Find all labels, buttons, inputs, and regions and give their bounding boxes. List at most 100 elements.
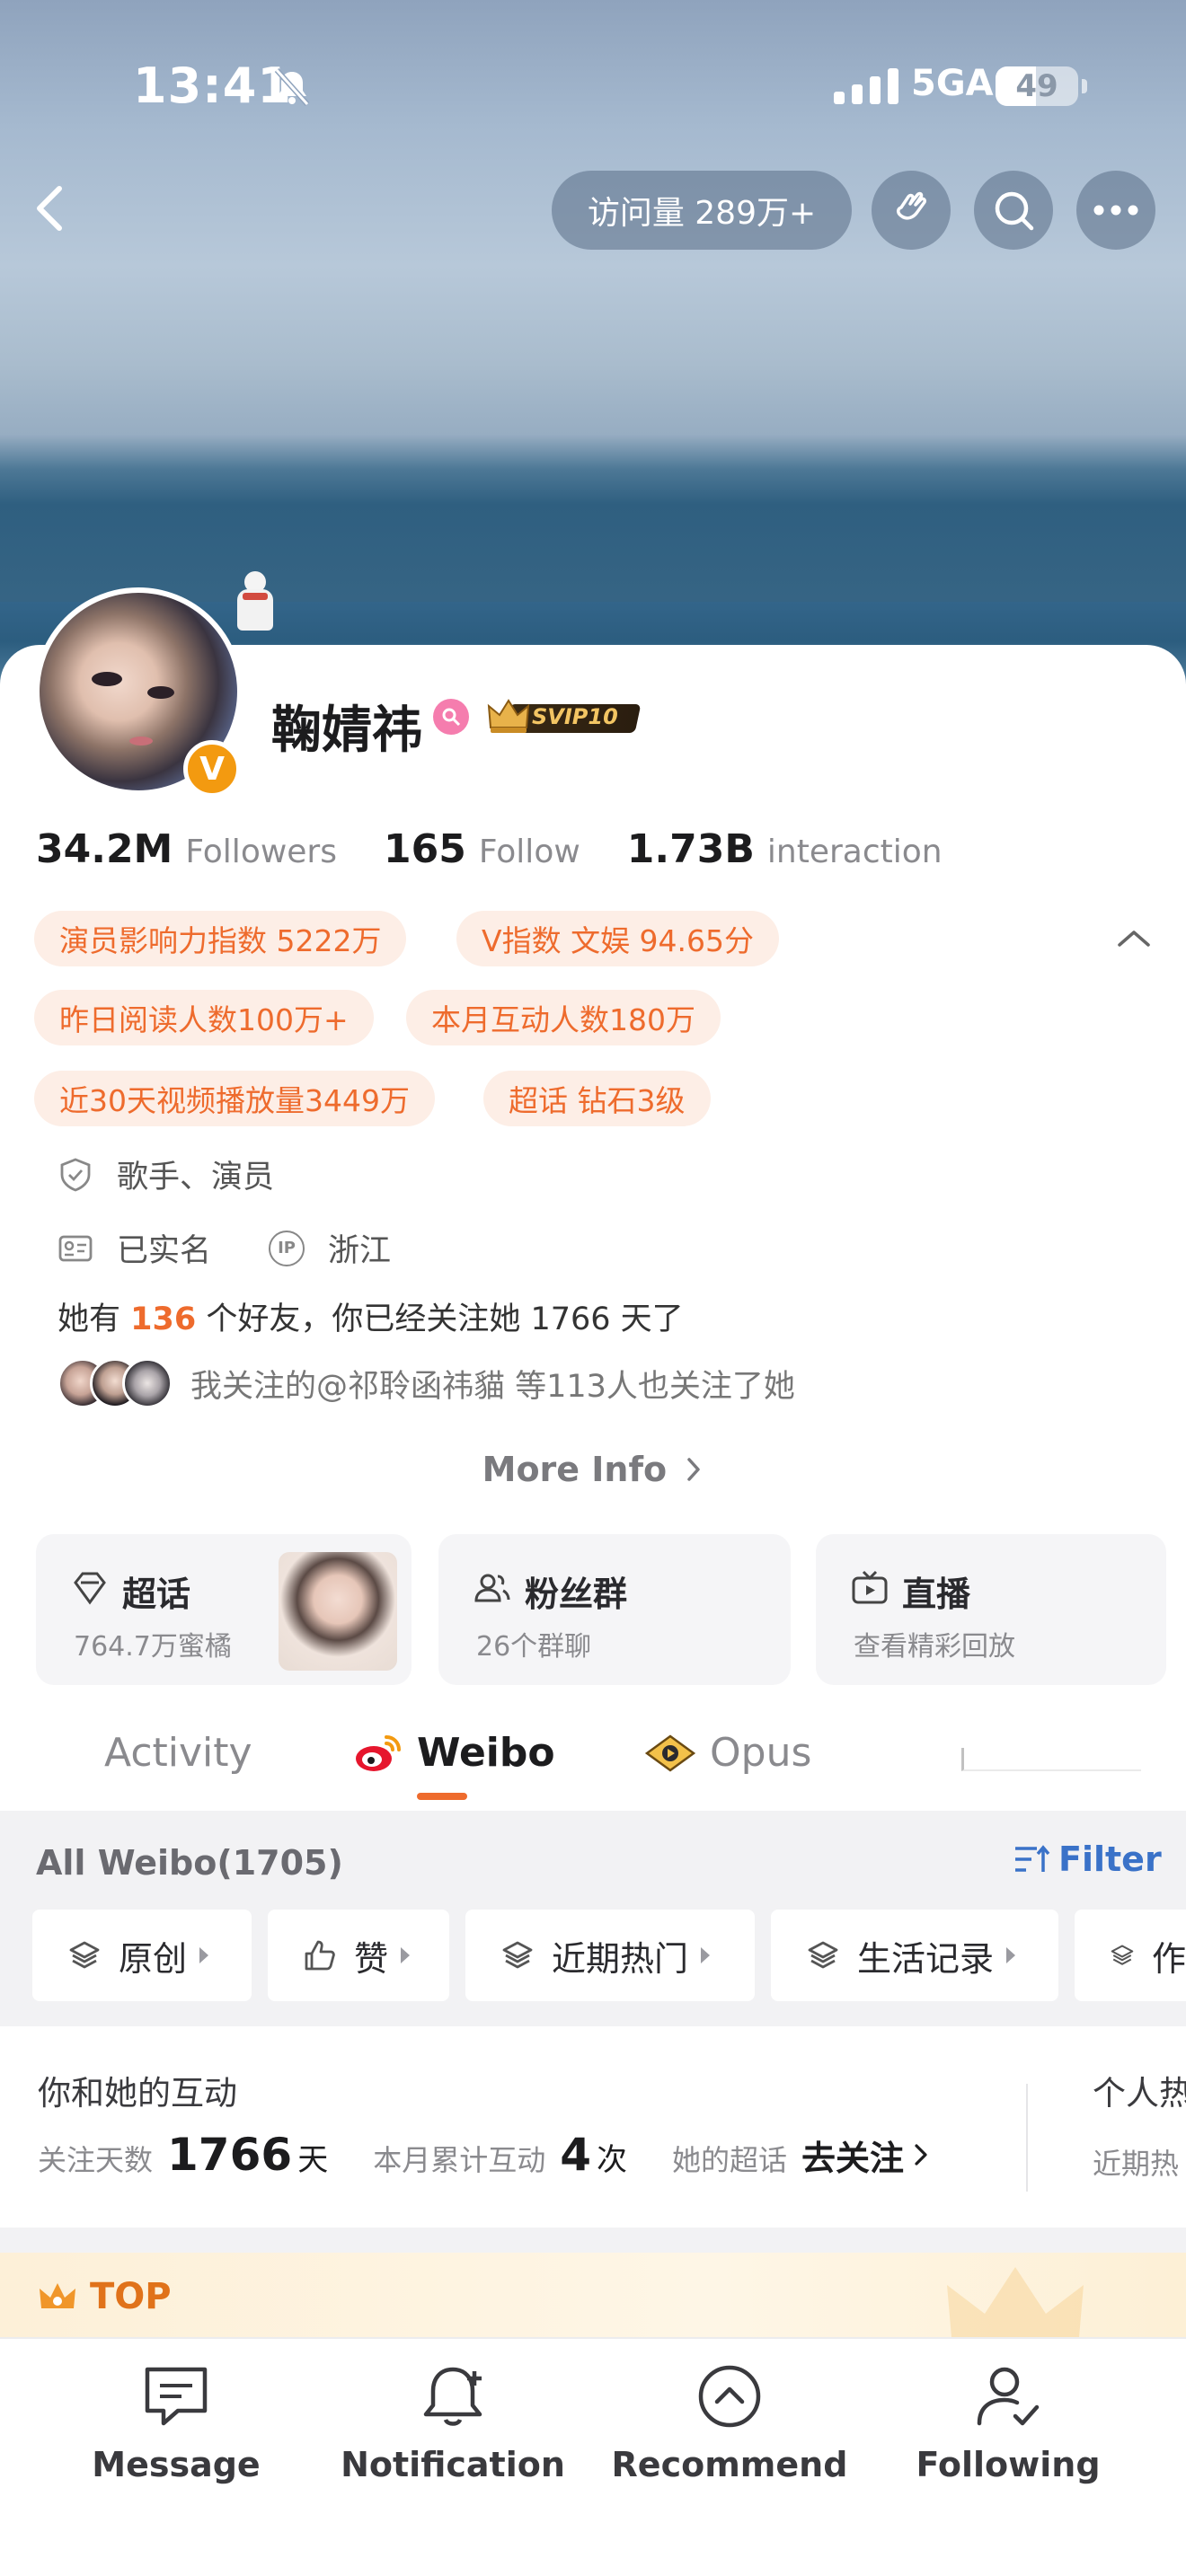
- cover-figure: [225, 571, 284, 634]
- crown-icon: [40, 2283, 75, 2308]
- thumbs-up-icon: [305, 1940, 335, 1971]
- shield-icon: [60, 1157, 91, 1191]
- tab-activity[interactable]: Activity: [104, 1730, 252, 1776]
- chevron-up-circle-icon: [698, 2365, 761, 2428]
- id-card-icon: [58, 1235, 93, 1261]
- tab-weibo-label: Weibo: [417, 1730, 555, 1776]
- interaction-divider: [1026, 2084, 1028, 2192]
- message-icon: [145, 2367, 208, 2426]
- network-label: 5GA: [911, 63, 994, 104]
- followers-count: 34.2M: [36, 826, 173, 872]
- profile-tabs: Activity Weibo Opus: [0, 1707, 1186, 1809]
- svip-badge[interactable]: SVIP10: [485, 697, 642, 737]
- supertopic-card[interactable]: 超话 764.7万蜜橘: [36, 1534, 412, 1685]
- chevron-up-icon[interactable]: [1111, 920, 1157, 956]
- interaction-label: interaction: [766, 834, 943, 870]
- tag-month-interactions[interactable]: 本月互动人数180万: [406, 990, 721, 1045]
- identity-row: 已实名 IP 浙江: [58, 1225, 391, 1271]
- bell-plus-icon: [423, 2367, 482, 2426]
- live-subtitle: 查看精彩回放: [854, 1631, 1015, 1663]
- followers-stat[interactable]: 34.2M Followers: [36, 826, 337, 872]
- username: 鞠婧祎: [271, 701, 422, 760]
- following-button[interactable]: Following: [873, 2359, 1143, 2484]
- chip-life-records[interactable]: 生活记录: [771, 1910, 1058, 2001]
- tv-icon: [852, 1570, 888, 1604]
- all-weibo-count: All Weibo(1705): [36, 1843, 343, 1883]
- tab-weibo[interactable]: Weibo: [352, 1730, 555, 1776]
- interaction-stats: 关注天数 1766 天 本月累计互动 4 次 她的超话 去关注: [38, 2129, 931, 2181]
- tag-video-plays[interactable]: 近30天视频播放量3449万: [34, 1071, 435, 1126]
- weibo-logo-icon: [356, 1734, 401, 1771]
- user-check-icon: [977, 2367, 1040, 2426]
- friends-count[interactable]: 136: [130, 1301, 196, 1337]
- personal-hot-subtitle: 近期热: [1093, 2147, 1180, 2181]
- tag-actor-influence[interactable]: 演员影响力指数 5222万: [34, 911, 407, 966]
- tag-yesterday-reads[interactable]: 昨日阅读人数100万+: [34, 990, 374, 1045]
- mutual-avatar: [122, 1358, 173, 1408]
- cellular-signal-icon: [834, 68, 898, 104]
- fan-group-title: 粉丝群: [525, 1575, 628, 1614]
- occupation-row: 歌手、演员: [58, 1151, 274, 1197]
- realname-text: 已实名: [117, 1233, 212, 1269]
- clap-button[interactable]: [872, 171, 951, 250]
- opus-icon: [644, 1734, 696, 1772]
- status-time: 13:41: [133, 57, 292, 114]
- live-card[interactable]: 直播 查看精彩回放: [816, 1534, 1166, 1685]
- chevron-right-icon: [687, 1458, 701, 1481]
- friends-summary: 她有 136 个好友，你已经关注她 1766 天了: [58, 1301, 684, 1337]
- search-button[interactable]: [974, 171, 1053, 250]
- mutual-follow-row[interactable]: 我关注的@祁聆函祎貓 等113人也关注了她: [58, 1358, 795, 1408]
- live-title: 直播: [902, 1575, 971, 1614]
- visits-counter[interactable]: 访问量 289万+: [552, 171, 852, 250]
- interaction-panel: 你和她的互动 关注天数 1766 天 本月累计互动 4 次 她的超话 去关注 个…: [0, 2026, 1186, 2228]
- notification-button[interactable]: Notification: [318, 2359, 588, 2484]
- more-button[interactable]: [1076, 171, 1155, 250]
- layers-icon: [808, 1941, 838, 1969]
- chip-original[interactable]: 原创: [32, 1910, 252, 2001]
- filter-icon: [1015, 1845, 1050, 1872]
- group-icon: [474, 1574, 510, 1602]
- top-label: TOP: [90, 2276, 172, 2317]
- chip-likes[interactable]: 赞: [268, 1910, 449, 2001]
- bell-mute-icon: [274, 67, 310, 107]
- verified-badge: V: [183, 740, 241, 798]
- go-follow-link[interactable]: 去关注: [801, 2130, 904, 2180]
- pinned-top-strip[interactable]: TOP: [0, 2253, 1186, 2348]
- recommend-button[interactable]: Recommend: [595, 2359, 864, 2484]
- supertopic-members: 764.7万蜜橘: [74, 1631, 232, 1663]
- message-button[interactable]: Message: [41, 2359, 311, 2484]
- filter-button[interactable]: Filter: [1012, 1839, 1162, 1879]
- more-info-link[interactable]: More Info: [0, 1450, 1186, 1489]
- interaction-title: 你和她的互动: [38, 2074, 237, 2113]
- tag-v-index[interactable]: V指数 文娱 94.65分: [456, 911, 780, 966]
- back-button[interactable]: [18, 176, 83, 241]
- follow-days-value: 1766: [167, 2129, 293, 2181]
- chevron-right-icon: [915, 2144, 927, 2166]
- interaction-stat[interactable]: 1.73B interaction: [627, 826, 943, 872]
- follow-stat[interactable]: 165 Follow: [384, 826, 580, 872]
- crown-icon: [487, 699, 530, 733]
- diamond-icon: [74, 1572, 106, 1605]
- tab-opus[interactable]: Opus: [643, 1730, 811, 1776]
- chip-works[interactable]: 作: [1075, 1910, 1186, 2001]
- occupation-text: 歌手、演员: [117, 1160, 275, 1195]
- chip-recent-hot[interactable]: 近期热门: [465, 1910, 755, 2001]
- personal-hot-title[interactable]: 个人热: [1093, 2066, 1186, 2114]
- filter-label: Filter: [1058, 1839, 1162, 1879]
- tag-supertopic-level[interactable]: 超话 钻石3级: [483, 1071, 711, 1126]
- female-gender-icon: [433, 699, 469, 735]
- month-interactions-value: 4: [560, 2129, 591, 2181]
- battery-icon: 49: [996, 66, 1087, 106]
- tab-opus-label: Opus: [710, 1730, 812, 1776]
- followers-label: Followers: [185, 834, 337, 870]
- tab-blurred[interactable]: [961, 1748, 1141, 1771]
- svip-level: SVIP10: [532, 704, 618, 729]
- fan-group-card[interactable]: 粉丝群 26个群聊: [438, 1534, 791, 1685]
- supertopic-title: 超话: [122, 1575, 191, 1614]
- follow-label: Follow: [478, 834, 580, 870]
- profile-stats: 34.2M Followers 165 Follow 1.73B interac…: [36, 826, 989, 872]
- interaction-count: 1.73B: [626, 826, 755, 872]
- mutual-follow-text: 我关注的@祁聆函祎貓 等113人也关注了她: [190, 1368, 795, 1405]
- battery-level: 49: [1015, 68, 1058, 104]
- bottom-action-bar: Message Notification Recommend Following: [0, 2337, 1186, 2576]
